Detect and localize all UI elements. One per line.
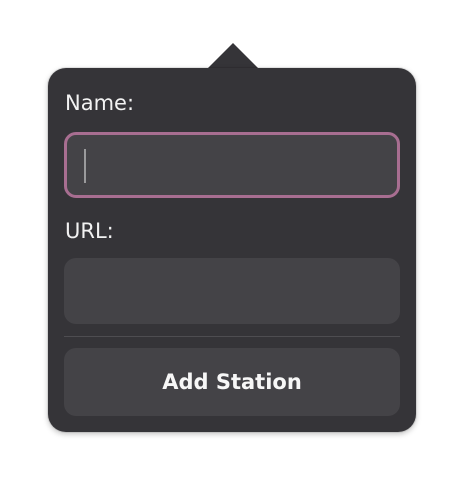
- add-station-popover: Name: URL: Add Station: [48, 68, 416, 432]
- separator: [64, 336, 400, 337]
- text-caret: [84, 149, 86, 183]
- url-field[interactable]: [64, 258, 400, 324]
- name-input[interactable]: [67, 135, 397, 195]
- popover-arrow: [207, 43, 259, 69]
- url-label: URL:: [65, 219, 114, 243]
- name-field[interactable]: [64, 132, 400, 198]
- add-station-button[interactable]: Add Station: [64, 348, 400, 416]
- url-input[interactable]: [64, 258, 400, 324]
- name-label: Name:: [65, 91, 135, 115]
